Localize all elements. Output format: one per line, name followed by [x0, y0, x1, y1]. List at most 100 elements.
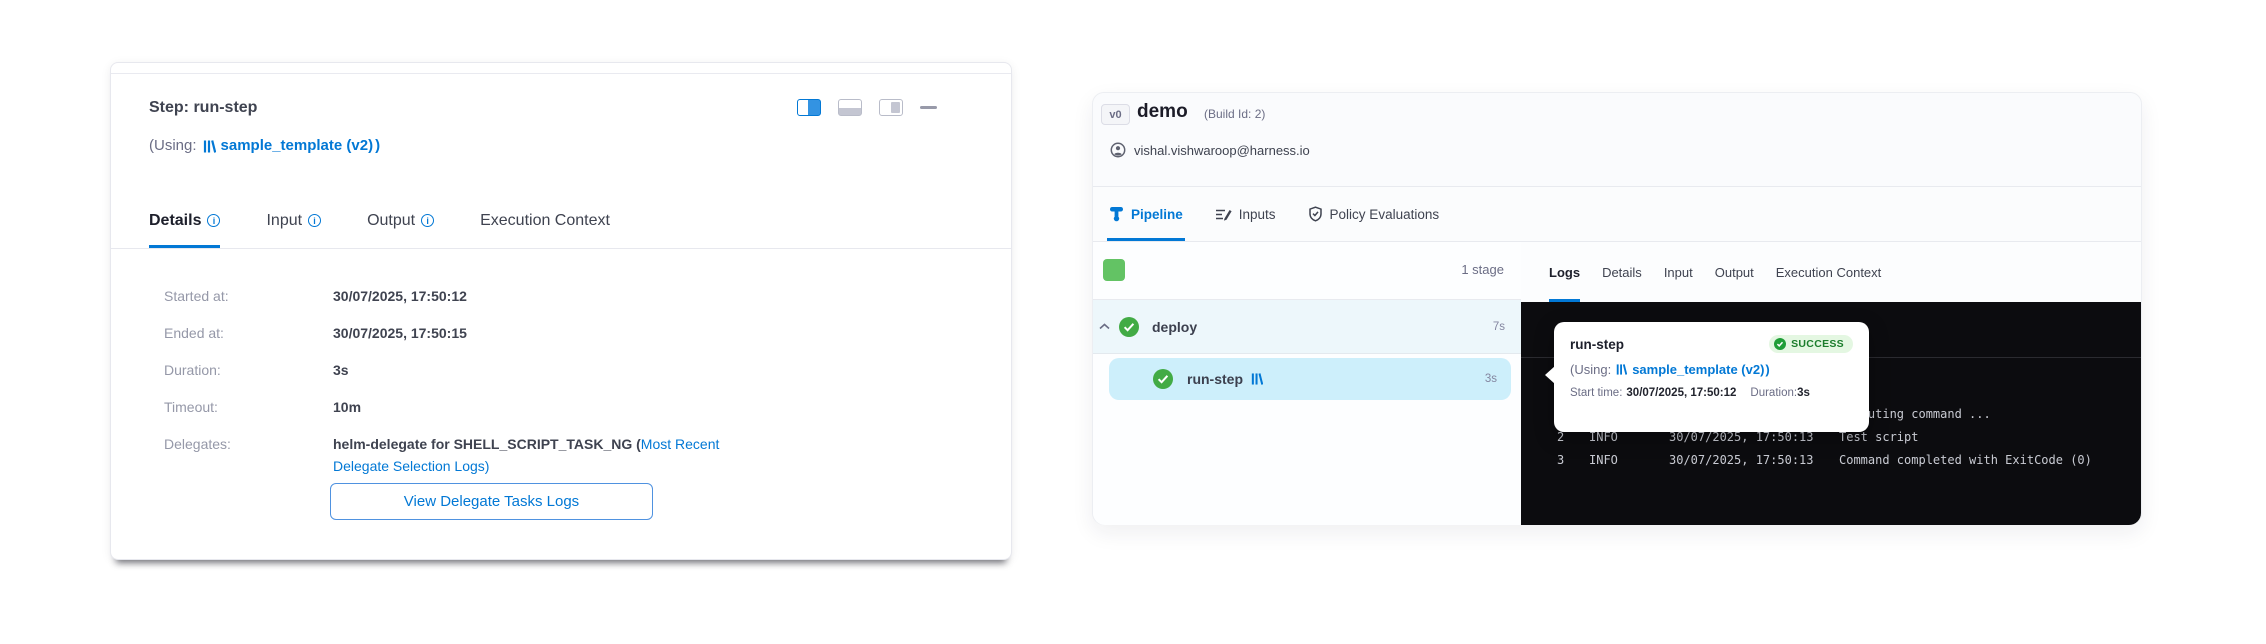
using-suffix: ) — [375, 135, 380, 157]
step-name: run-step — [1187, 371, 1243, 387]
detail-row-timeout: Timeout: 10m — [164, 396, 964, 418]
tab-policy-evaluations[interactable]: Policy Evaluations — [1306, 187, 1442, 241]
log-message: Command completed with ExitCode (0) — [1839, 453, 2092, 467]
log-tab-execution-context-label: Execution Context — [1776, 265, 1882, 280]
step-zone: run-step 3s — [1093, 354, 1521, 414]
status-badge: SUCCESS — [1769, 335, 1853, 353]
log-view-tabs: Logs Details Input Output Execution Cont… — [1521, 242, 2141, 302]
log-tab-logs[interactable]: Logs — [1549, 242, 1580, 302]
tab-policy-evaluations-label: Policy Evaluations — [1330, 207, 1440, 222]
build-id: (Build Id: 2) — [1204, 107, 1265, 121]
template-icon — [1251, 372, 1263, 386]
detail-row-started: Started at: 30/07/2025, 17:50:12 — [164, 285, 964, 307]
right-view-icon[interactable] — [879, 99, 903, 116]
panel-top-strip — [111, 63, 1011, 74]
success-check-icon — [1774, 338, 1786, 350]
tab-execution-context-label: Execution Context — [480, 212, 610, 230]
info-icon[interactable] — [308, 214, 321, 227]
info-icon[interactable] — [207, 214, 220, 227]
view-delegate-tasks-logs-button[interactable]: View Delegate Tasks Logs — [330, 483, 653, 520]
log-message: Test script — [1839, 430, 1918, 444]
status-badge-label: SUCCESS — [1791, 338, 1844, 350]
screenshot-canvas: Step: run-step (Using: sample_template (… — [0, 0, 2266, 644]
delegates-suffix: ) — [485, 458, 490, 474]
template-link-label: sample_template (v2) — [221, 135, 374, 157]
step-detail-rows: Started at: 30/07/2025, 17:50:12 Ended a… — [164, 285, 964, 492]
stage-status-square — [1103, 259, 1125, 281]
tab-output-label: Output — [367, 212, 415, 230]
row-label: Ended at: — [164, 322, 333, 344]
step-hover-tooltip: run-step SUCCESS (Using: sample_template… — [1554, 322, 1869, 432]
using-prefix: (Using: — [149, 135, 197, 157]
log-tab-output[interactable]: Output — [1715, 242, 1754, 302]
template-icon — [203, 139, 216, 154]
template-icon — [1616, 363, 1627, 376]
row-label: Started at: — [164, 285, 333, 307]
log-tab-details-label: Details — [1602, 265, 1642, 280]
row-value: 10m — [333, 396, 763, 418]
row-label: Timeout: — [164, 396, 333, 418]
row-value: 30/07/2025, 17:50:12 — [333, 285, 763, 307]
stage-name: deploy — [1152, 319, 1197, 335]
step-row-run-step[interactable]: run-step 3s — [1109, 358, 1511, 400]
success-check-icon — [1119, 317, 1139, 337]
start-time-label: Start time: — [1570, 387, 1622, 399]
info-icon[interactable] — [421, 214, 434, 227]
start-time-value: 30/07/2025, 17:50:12 — [1626, 387, 1736, 399]
minimize-icon[interactable] — [920, 106, 937, 109]
step-duration: 3s — [1485, 373, 1497, 385]
success-check-icon — [1153, 369, 1173, 389]
tab-output[interactable]: Output — [367, 193, 434, 248]
right-view-inner — [891, 102, 900, 113]
triggered-by: vishal.vishwaroop@harness.io — [1110, 142, 1310, 158]
chevron-up-icon[interactable] — [1099, 323, 1110, 330]
using-prefix: (Using: — [1570, 362, 1611, 377]
tab-details[interactable]: Details — [149, 193, 220, 248]
log-line-number: 3 — [1557, 449, 1589, 472]
step-details-panel: Step: run-step (Using: sample_template (… — [110, 62, 1012, 560]
user-email: vishal.vishwaroop@harness.io — [1134, 143, 1310, 158]
execution-tabs: Pipeline Inputs Policy Evaluations — [1093, 187, 2141, 242]
log-timestamp: 30/07/2025, 17:50:13 — [1669, 449, 1839, 472]
version-badge: v0 — [1101, 104, 1130, 125]
step-title: Step: run-step — [149, 97, 257, 119]
using-suffix: ) — [1765, 362, 1769, 377]
tab-inputs[interactable]: Inputs — [1213, 187, 1278, 241]
log-tab-output-label: Output — [1715, 265, 1754, 280]
row-value: 30/07/2025, 17:50:15 — [333, 322, 763, 344]
stage-duration: 7s — [1493, 321, 1505, 333]
step-detail-tabs: Details Input Output Execution Context — [111, 193, 1011, 249]
pipeline-icon — [1109, 206, 1124, 222]
log-tab-logs-label: Logs — [1549, 265, 1580, 280]
inputs-icon — [1215, 207, 1232, 222]
tab-pipeline[interactable]: Pipeline — [1107, 187, 1185, 241]
tooltip-meta-line: Start time: 30/07/2025, 17:50:12 Duration… — [1570, 387, 1853, 399]
tab-execution-context[interactable]: Execution Context — [480, 193, 610, 248]
stage-tree-column: 1 stage deploy 7s run-step — [1093, 242, 1521, 525]
shield-check-icon — [1308, 206, 1323, 222]
pipeline-name: demo — [1137, 101, 1188, 123]
log-tab-input[interactable]: Input — [1664, 242, 1693, 302]
duration-value: 3s — [1797, 387, 1810, 399]
pipeline-execution-panel: v0 demo (Build Id: 2) vishal.vishwaroop@… — [1092, 92, 2142, 525]
template-link[interactable]: sample_template (v2) — [203, 135, 374, 157]
row-label: Duration: — [164, 359, 333, 381]
row-value: 3s — [333, 359, 763, 381]
log-line: 3INFO30/07/2025, 17:50:13Command complet… — [1557, 449, 2092, 472]
tab-pipeline-label: Pipeline — [1131, 207, 1183, 222]
template-link[interactable]: sample_template (v2) — [1616, 362, 1764, 377]
tab-input-label: Input — [266, 212, 302, 230]
execution-body: 1 stage deploy 7s run-step — [1093, 242, 2141, 525]
bottom-view-icon[interactable] — [838, 99, 862, 116]
log-tab-input-label: Input — [1664, 265, 1693, 280]
tab-input[interactable]: Input — [266, 193, 321, 248]
delegates-value: helm-delegate for SHELL_SCRIPT_TASK_NG (… — [333, 433, 763, 477]
log-tab-details[interactable]: Details — [1602, 242, 1642, 302]
log-tab-execution-context[interactable]: Execution Context — [1776, 242, 1882, 302]
stage-row-deploy[interactable]: deploy 7s — [1093, 300, 1521, 354]
using-template-line: (Using: sample_template (v2) ) — [149, 135, 380, 157]
split-view-icon[interactable] — [797, 99, 821, 116]
detail-row-delegates: Delegates: helm-delegate for SHELL_SCRIP… — [164, 433, 964, 477]
tab-details-label: Details — [149, 212, 201, 230]
duration-label: Duration: — [1750, 387, 1797, 399]
